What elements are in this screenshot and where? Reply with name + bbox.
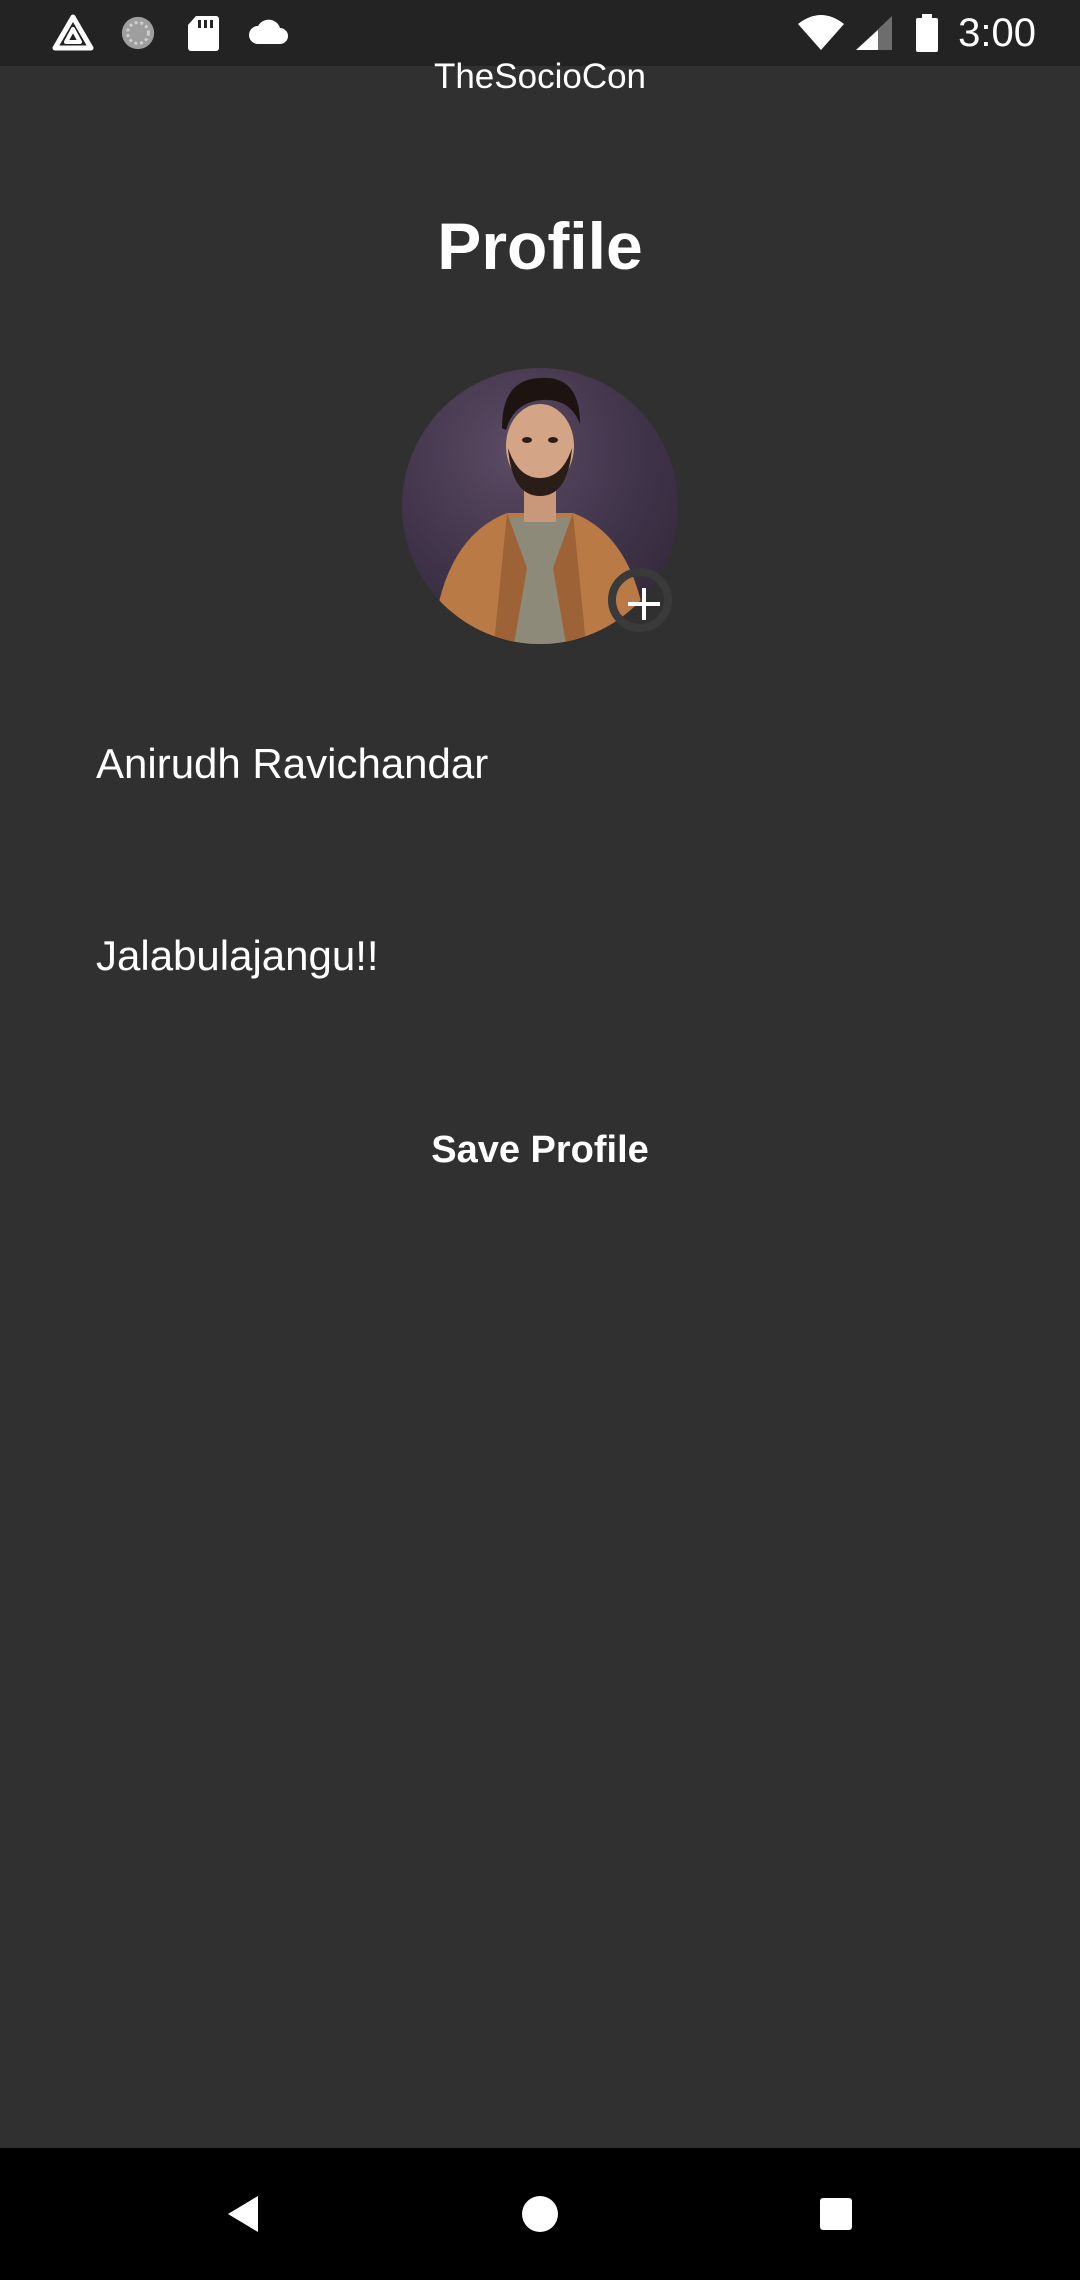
sync-circle-icon [121,16,155,50]
sd-card-icon [188,16,219,51]
wifi-icon [798,15,844,50]
navigation-bar [0,2148,1080,2280]
add-photo-button[interactable] [608,568,672,632]
battery-icon [916,14,938,52]
cloud-icon [249,19,288,44]
plus-icon [628,588,660,620]
save-profile-button[interactable]: Save Profile [340,1110,740,1190]
home-icon[interactable] [504,2178,576,2250]
name-field[interactable]: Anirudh Ravichandar [96,738,996,790]
status-time: 3:00 [958,11,1036,55]
profile-screen: 3:00 TheSocioCon Profile Anirudh Ravicha… [0,0,1080,2280]
app-title: TheSocioCon [433,57,647,96]
back-icon[interactable] [206,2178,278,2250]
cell-signal-icon [856,16,892,50]
status-field[interactable]: Jalabulajangu!! [96,930,996,982]
page-title: Profile [437,209,643,283]
warning-triangle-icon [52,14,94,51]
recents-icon[interactable] [800,2178,872,2250]
avatar-container [402,368,678,644]
